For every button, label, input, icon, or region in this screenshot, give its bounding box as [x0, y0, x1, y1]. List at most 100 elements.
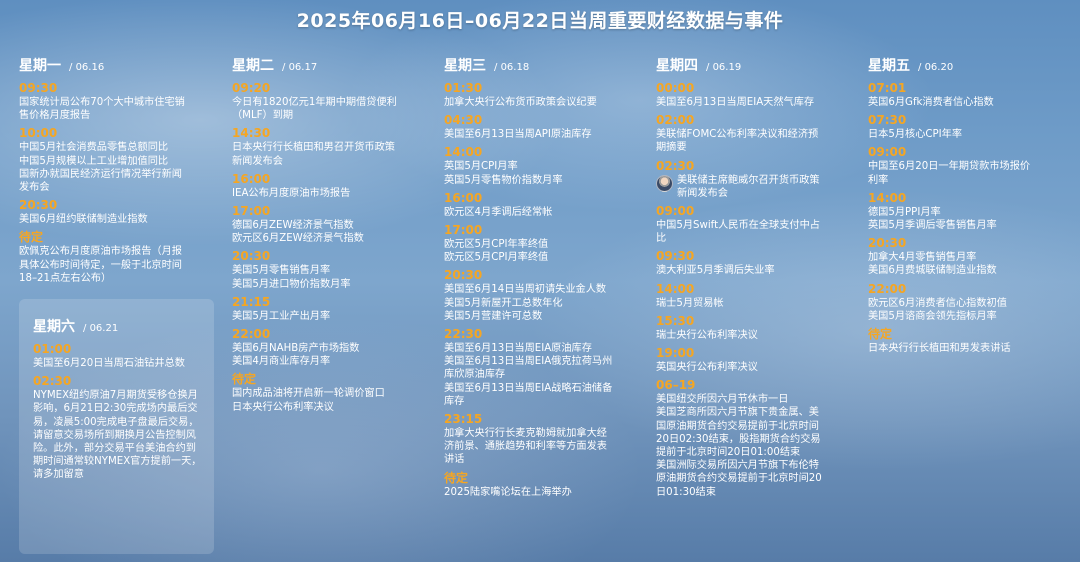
- event-time: 20:30: [232, 249, 271, 264]
- event-row: 美联储主席鲍威尔召开货币政策新闻发布会: [656, 174, 828, 200]
- event-time: 07:30: [868, 113, 907, 128]
- event-time: 06–19: [656, 378, 696, 393]
- event-text: 日本央行公布利率决议: [232, 401, 334, 413]
- event-text: 美国5月营建许可总数: [444, 310, 543, 322]
- event-text: 英国5月CPI月率: [444, 161, 518, 173]
- event-text: 美国5月新屋开工总数年化: [444, 297, 563, 309]
- event-time: 09:20: [232, 81, 271, 95]
- event-text: 今日有1820亿元1年期中期借贷便利（MLF）到期: [232, 97, 397, 122]
- day-header: 星期六 06.21: [33, 316, 205, 336]
- day-date: 06.18: [494, 62, 530, 73]
- event-text: 美国5月零售销售月率: [232, 265, 331, 277]
- event-time: 14:30: [232, 126, 271, 141]
- event-text: 国新办就国民经济运行情况举行新闻发布会: [19, 168, 182, 194]
- event-time: 待定: [444, 470, 469, 485]
- event-time: 02:30: [33, 374, 72, 389]
- event-text: 美国洲际交易所因六月节旗下布伦特原油期货合约交易提前于北京时间20日01:30结…: [656, 460, 822, 498]
- event-text: 美国6月费城联储制造业指数: [868, 265, 997, 277]
- day-name: 星期五: [868, 58, 910, 74]
- event-text: 美国至6月13日当周API原油库存: [444, 129, 592, 141]
- event-text: 欧元区6月消费者信心指数初值: [868, 297, 1007, 309]
- event-text: 美国6月NAHB房产市场指数: [232, 343, 360, 355]
- event-text: 英国央行公布利率决议: [656, 362, 758, 374]
- event-text: IEA公布月度原油市场报告: [232, 187, 351, 199]
- event-text: 美国5月工业产出月率: [232, 310, 331, 322]
- event-time: 02:00: [656, 113, 695, 128]
- event-text: 欧元区4月季调后经常帐: [444, 206, 553, 218]
- event-time: 待定: [19, 230, 44, 245]
- event-text: 欧元区5月CPI年率终值: [444, 239, 549, 251]
- event-time: 00:00: [656, 81, 695, 95]
- event-text: 中国至6月20日一年期贷款市场报价利率: [868, 161, 1031, 186]
- day-name: 星期六: [33, 319, 75, 335]
- event-time: 09:30: [19, 81, 58, 95]
- event-text: 美国纽交所因六月节休市一日: [656, 394, 789, 406]
- day-name: 星期四: [656, 58, 698, 74]
- event-text: 日本央行行长植田和男召开货币政策新闻发布会: [232, 142, 395, 167]
- event-text: 美国5月谘商会领先指标月率: [868, 310, 997, 322]
- event-time: 15:30: [656, 313, 695, 328]
- event-time: 19:00: [656, 346, 695, 361]
- event-time: 22:30: [444, 327, 483, 342]
- event-text: 中国5月Swift人民币在全球支付中占比: [656, 220, 820, 245]
- event-text: 美国至6月13日当周EIA天然气库存: [656, 97, 815, 108]
- day-name: 星期三: [444, 58, 486, 74]
- event-time: 01:30: [444, 81, 483, 95]
- event-time: 23:15: [444, 412, 483, 427]
- event-time: 09:00: [656, 204, 695, 219]
- event-time: 待定: [868, 327, 893, 342]
- event-text: 中国5月社会消费品零售总额同比: [19, 142, 169, 154]
- day-column-wednesday: 星期三06.1801:30加拿大央行公布货币政策会议纪要04:30美国至6月13…: [444, 55, 616, 499]
- event-text: 美国至6月20日当周石油钻井总数: [33, 358, 185, 369]
- event-text: 英国5月季调后零售销售月率: [868, 220, 997, 232]
- event-text: 英国6月Gfk消费者信心指数: [868, 97, 994, 108]
- page-title: 2025年06月16日–06月22日当周重要财经数据与事件: [296, 10, 784, 32]
- event-text: 瑞士5月贸易帐: [656, 297, 724, 309]
- event-text: 2025陆家嘴论坛在上海举办: [444, 486, 572, 498]
- event-text: 日本央行行长植田和男发表讲话: [868, 343, 1011, 355]
- event-text: 美国芝商所因六月节旗下贵金属、美国原油期货合约交易提前于北京时间20日02:30…: [656, 407, 821, 459]
- day-date: 06.17: [282, 62, 318, 73]
- day-column-thursday: 星期四 06.19 00:00 美国至6月13日当周EIA天然气库存 02:00美联储F…: [656, 55, 828, 499]
- day-header: 星期二 06.17: [232, 55, 404, 75]
- event-text: 中国5月规模以上工业增加值同比: [19, 155, 169, 167]
- event-time: 09:00: [868, 145, 907, 160]
- event-text: 欧佩克公布月度原油市场报告（月报具体公布时间待定，一般于北京时间18–21点左右…: [19, 246, 182, 284]
- event-time: 04:30: [444, 113, 483, 128]
- event-text: 德国5月PPI月率: [868, 206, 941, 218]
- event-time: 07:01: [868, 81, 907, 95]
- event-text: 美国4月商业库存月率: [232, 356, 331, 368]
- event-time: 14:00: [444, 145, 483, 160]
- event-text: 美联储主席鲍威尔召开货币政策新闻发布会: [677, 174, 820, 199]
- day-header: 星期五 06.20: [868, 55, 1040, 75]
- event-text: 德国6月ZEW经济景气指数: [232, 220, 354, 232]
- day-column-monday: 星期一 06.16 09:30 国家统计局公布70个大中城市住宅销售价格月度报告 10:…: [19, 55, 191, 285]
- event-time: 22:00: [868, 281, 907, 296]
- event-time: 17:00: [232, 204, 271, 219]
- event-text: 英国5月零售物价指数月率: [444, 174, 563, 186]
- day-column-saturday: 星期六 06.21 01:00 美国至6月20日当周石油钻井总数 02:30NYMEX纽…: [33, 316, 205, 482]
- event-time: 21:15: [232, 294, 271, 309]
- event-text: 美国至6月14日当周初请失业金人数: [444, 284, 607, 296]
- event-text: 加拿大央行行长麦克勒姆就加拿大经济前景、通胀趋势和利率等方面发表讲话: [444, 428, 607, 466]
- event-time: 02:30: [656, 158, 695, 173]
- day-date: 06.21: [83, 323, 119, 334]
- event-text: 美联储FOMC公布利率决议和经济预期摘要: [656, 129, 819, 154]
- event-text: 美国5月进口物价指数月率: [232, 278, 351, 290]
- event-time: 20:30: [19, 198, 58, 213]
- day-header: 星期三 06.18: [444, 55, 616, 75]
- event-time: 09:30: [656, 249, 695, 264]
- event-time: 22:00: [232, 327, 271, 342]
- event-time: 20:30: [444, 268, 483, 283]
- day-date: 06.19: [706, 62, 742, 73]
- event-time: 16:00: [232, 171, 271, 186]
- event-text: 欧元区6月ZEW经济景气指数: [232, 233, 364, 245]
- speaker-avatar-icon: [656, 174, 673, 192]
- event-time: 01:00: [33, 342, 72, 356]
- day-name: 星期一: [19, 58, 61, 74]
- event-time: 17:00: [444, 223, 483, 238]
- day-column-friday: 星期五 06.20 07:01 英国6月Gfk消费者信心指数 07:30日本5月核心CP…: [868, 55, 1040, 355]
- event-time: 20:30: [868, 236, 907, 251]
- day-date: 06.16: [69, 62, 105, 73]
- day-date: 06.20: [918, 62, 954, 73]
